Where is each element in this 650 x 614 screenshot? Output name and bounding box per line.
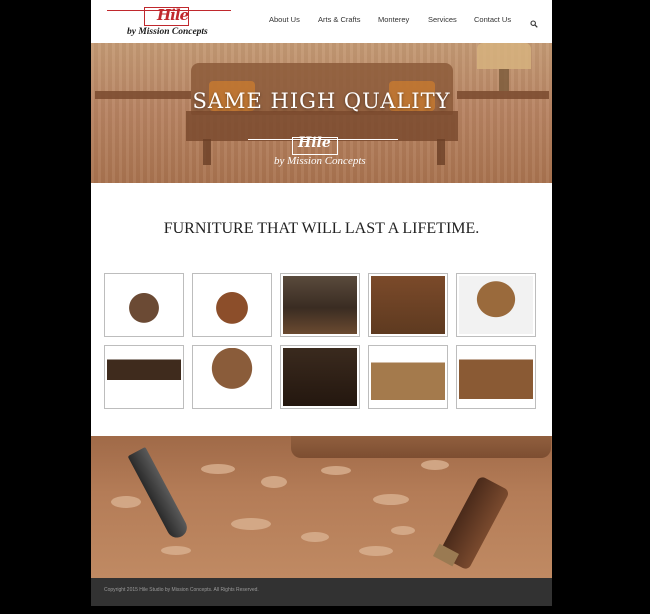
footer-copyright: Copyright 2015 Hile Studio by Mission Co… — [104, 587, 259, 593]
hero-logo: Hile by Mission Concepts — [248, 135, 398, 169]
gallery-tile-server[interactable] — [456, 345, 536, 409]
hero-logo-script-text: Hile — [298, 135, 331, 151]
workshop-banner — [91, 436, 552, 578]
gallery-tile-morris-chair-footstool[interactable] — [192, 273, 272, 337]
sofa-leg-image — [203, 139, 211, 165]
nav-contact-us[interactable]: Contact Us — [474, 15, 511, 24]
wood-chip-image — [201, 464, 235, 474]
site-header: Hile by Mission Concepts About Us Arts &… — [91, 0, 552, 43]
gallery-tile-round-table[interactable] — [192, 345, 272, 409]
wood-chip-image — [161, 546, 191, 555]
gallery-tile-sideboard[interactable] — [368, 345, 448, 409]
chisel-image — [127, 446, 191, 542]
nav-monterey[interactable]: Monterey — [378, 15, 409, 24]
wood-chip-image — [231, 518, 271, 530]
nav-services[interactable]: Services — [428, 15, 457, 24]
wood-chip-image — [321, 466, 351, 475]
wood-chip-image — [421, 460, 449, 470]
wood-chip-image — [373, 494, 409, 505]
product-gallery — [104, 273, 540, 412]
product-image — [195, 348, 269, 406]
wood-chip-image — [111, 496, 141, 508]
hero-banner: SAME HIGH QUALITY Hile by Mission Concep… — [91, 43, 552, 183]
sofa-leg-image — [437, 139, 445, 165]
gallery-tile-dining-set[interactable] — [104, 345, 184, 409]
wood-chip-image — [301, 532, 329, 542]
hero-title: SAME HIGH QUALITY — [192, 89, 451, 113]
product-image — [283, 348, 357, 406]
page: Hile by Mission Concepts About Us Arts &… — [91, 0, 552, 606]
hero-logo-subtitle: by Mission Concepts — [274, 155, 366, 167]
product-image — [459, 276, 533, 334]
tagline-heading: FURNITURE THAT WILL LAST A LIFETIME. — [163, 220, 480, 237]
product-image — [371, 276, 445, 334]
search-icon[interactable] — [530, 15, 538, 28]
wood-chip-image — [261, 476, 287, 488]
product-image — [107, 276, 181, 334]
site-footer: Copyright 2015 Hile Studio by Mission Co… — [91, 578, 552, 606]
lamp-shade-image — [477, 43, 531, 69]
main-nav: About Us Arts & Crafts Monterey Services… — [91, 15, 552, 29]
nav-about-us[interactable]: About Us — [269, 15, 300, 24]
product-image — [107, 348, 181, 406]
mallet-image — [291, 436, 551, 458]
gallery-tile-living-room-chair[interactable] — [280, 273, 360, 337]
lamp-base-image — [499, 69, 509, 91]
gallery-tile-morris-chair[interactable] — [104, 273, 184, 337]
gallery-tile-china-cabinet[interactable] — [368, 273, 448, 337]
product-image — [459, 348, 533, 406]
product-image — [371, 348, 445, 406]
product-image — [195, 276, 269, 334]
gallery-tile-pedestal-table[interactable] — [456, 273, 536, 337]
wood-chip-image — [391, 526, 415, 535]
gallery-tile-glass-cabinet[interactable] — [280, 345, 360, 409]
product-image — [283, 276, 357, 334]
nav-arts-crafts[interactable]: Arts & Crafts — [318, 15, 361, 24]
wood-chip-image — [359, 546, 393, 556]
